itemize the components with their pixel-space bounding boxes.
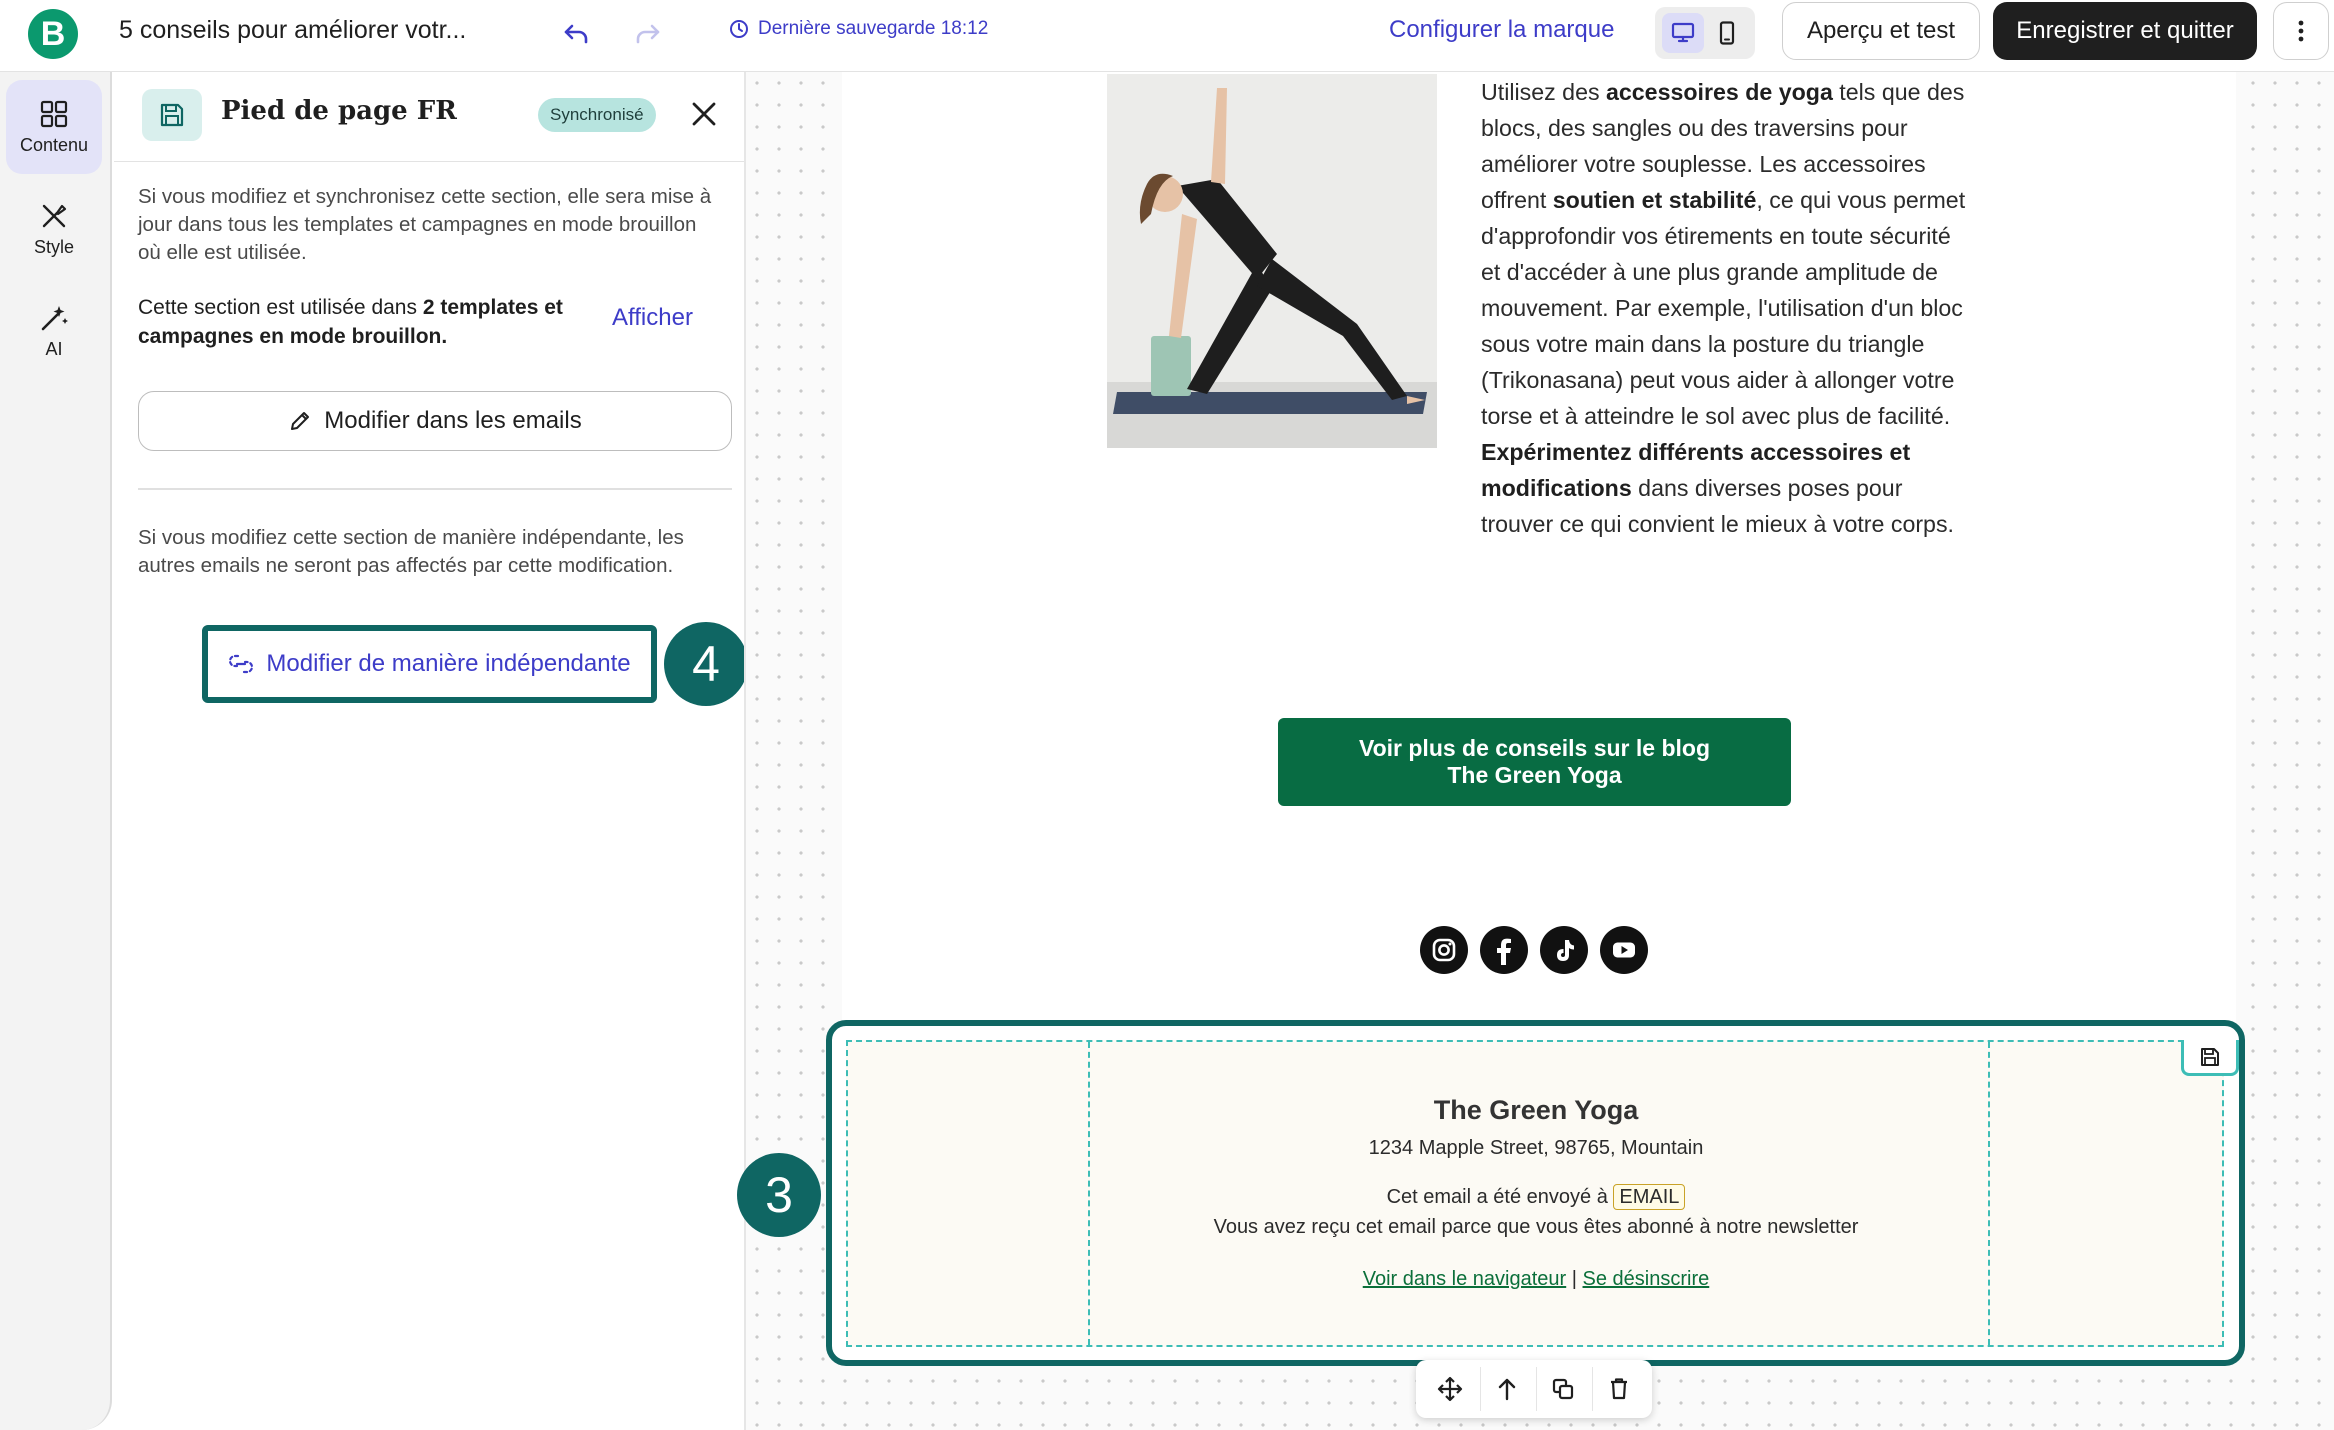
rail-item-label: Style xyxy=(33,236,75,257)
footer-sent-to-text: Cet email a été envoyé à xyxy=(1386,1186,1608,1208)
footer-content: The Green Yoga 1234 Mapple Street, 98765… xyxy=(1086,1090,1986,1294)
move-section-button[interactable] xyxy=(1424,1367,1476,1411)
last-saved-text: Dernière sauvegarde 18:12 xyxy=(758,18,989,39)
rail-item-label: AI xyxy=(45,338,63,359)
modify-independently-button[interactable]: Modifier de manière indépendante xyxy=(202,625,657,703)
facebook-icon xyxy=(1497,938,1511,965)
footer-link-separator: | xyxy=(1571,1268,1577,1290)
pencil-icon xyxy=(291,412,310,430)
social-links xyxy=(1420,926,1648,974)
email-merge-tag[interactable]: EMAIL xyxy=(1613,1184,1686,1210)
footer-links: Voir dans le navigateur | Se désinscrire xyxy=(1086,1264,1986,1294)
saved-section-tab[interactable] xyxy=(2181,1040,2239,1076)
configure-brand-link[interactable]: Configurer la marque xyxy=(1389,16,1614,44)
rail-item-label: Contenu xyxy=(19,134,89,155)
facebook-link[interactable] xyxy=(1480,926,1528,974)
tiktok-icon xyxy=(1557,940,1574,961)
tip-paragraph[interactable]: Utilisez des accessoires de yoga tels qu… xyxy=(1481,74,1971,542)
yoga-triangle-pose-image xyxy=(1107,74,1437,448)
instagram-link[interactable] xyxy=(1420,926,1468,974)
show-usage-link[interactable]: Afficher xyxy=(612,304,693,332)
arrow-up-icon xyxy=(1498,1378,1515,1401)
sync-info-text: Si vous modifiez et synchronisez cette s… xyxy=(138,185,712,264)
youtube-link[interactable] xyxy=(1600,926,1648,974)
unlink-icon xyxy=(229,654,254,674)
usage-info: Cette section est utilisée dans 2 templa… xyxy=(138,293,578,351)
delete-section-button[interactable] xyxy=(1592,1367,1644,1411)
brevo-logo[interactable]: B xyxy=(28,9,78,59)
yoga-photo[interactable] xyxy=(1107,74,1437,448)
footer-sent-to: Cet email a été envoyé à EMAIL xyxy=(1086,1182,1986,1212)
magic-wand-icon xyxy=(41,305,68,330)
rail-item-contenu[interactable]: Contenu xyxy=(6,80,102,174)
footer-address: 1234 Mapple Street, 98765, Mountain xyxy=(1368,1137,1704,1159)
rail-item-ai[interactable]: AI xyxy=(6,284,102,378)
cta-line-2: The Green Yoga xyxy=(1447,762,1622,788)
modify-independently-label: Modifier de manière indépendante xyxy=(266,650,631,677)
move-icon xyxy=(1437,1376,1463,1402)
close-icon xyxy=(692,102,716,126)
tip-emphasis: soutien et stabilité xyxy=(1552,187,1757,213)
grid-icon xyxy=(40,100,68,127)
tip-text: , ce qui vous permet d'approfondir vos é… xyxy=(1481,187,1966,429)
independent-info-text: Si vous modifiez cette section de manièr… xyxy=(138,526,684,577)
section-toolbar xyxy=(1416,1360,1652,1418)
left-rail: Contenu Style AI xyxy=(0,72,112,1430)
desktop-icon xyxy=(1671,22,1695,43)
undo-icon[interactable] xyxy=(562,14,592,50)
footer-reason: Vous avez reçu cet email parce que vous … xyxy=(1213,1216,1859,1238)
sync-status-badge: Synchronisé xyxy=(538,98,656,132)
unsubscribe-link[interactable]: Se désinscrire xyxy=(1583,1268,1710,1290)
save-quit-button[interactable]: Enregistrer et quitter xyxy=(1993,2,2257,60)
youtube-icon xyxy=(1613,942,1635,958)
modify-in-emails-button[interactable]: Modifier dans les emails xyxy=(138,391,732,451)
trash-icon xyxy=(1610,1378,1627,1400)
step-badge-3: 3 xyxy=(737,1153,821,1237)
device-toggle xyxy=(1655,7,1755,59)
close-panel-button[interactable] xyxy=(684,94,724,134)
brush-icon xyxy=(42,204,67,227)
tiktok-link[interactable] xyxy=(1540,926,1588,974)
saved-section-icon xyxy=(142,89,202,141)
instagram-icon xyxy=(1432,938,1456,962)
desktop-view-button[interactable] xyxy=(1662,13,1704,53)
modify-in-emails-label: Modifier dans les emails xyxy=(324,407,582,434)
duplicate-icon xyxy=(1552,1378,1573,1400)
view-in-browser-link[interactable]: Voir dans le navigateur xyxy=(1363,1268,1566,1290)
move-up-button[interactable] xyxy=(1480,1367,1532,1411)
usage-prefix: Cette section est utilisée dans xyxy=(138,296,423,319)
history-icon xyxy=(730,20,748,38)
top-bar: B 5 conseils pour améliorer votr... Dern… xyxy=(0,0,2334,72)
redo-icon[interactable] xyxy=(632,14,662,50)
cta-line-1: Voir plus de conseils sur le blog xyxy=(1358,735,1711,761)
document-title[interactable]: 5 conseils pour améliorer votr... xyxy=(119,16,466,45)
duplicate-section-button[interactable] xyxy=(1536,1367,1588,1411)
mobile-view-button[interactable] xyxy=(1706,13,1748,53)
column-divider xyxy=(1988,1042,1990,1345)
save-icon xyxy=(2201,1047,2219,1066)
panel-title: Pied de page FR xyxy=(221,96,457,126)
kebab-menu-icon xyxy=(2298,20,2304,42)
blog-cta-button[interactable]: Voir plus de conseils sur le blog The Gr… xyxy=(1278,718,1791,806)
last-saved-status: Dernière sauvegarde 18:12 xyxy=(728,18,988,40)
more-options-button[interactable] xyxy=(2273,2,2329,60)
step-badge-4: 4 xyxy=(664,622,748,706)
preview-test-button[interactable]: Aperçu et test xyxy=(1782,2,1980,60)
tip-emphasis: accessoires de yoga xyxy=(1606,79,1833,105)
section-settings-panel: Pied de page FR Synchronisé Si vous modi… xyxy=(114,72,748,1430)
tip-text: Utilisez des xyxy=(1481,79,1606,105)
mobile-icon xyxy=(1719,21,1735,45)
footer-company-name: The Green Yoga xyxy=(1433,1095,1639,1125)
panel-header: Pied de page FR Synchronisé xyxy=(114,72,744,162)
panel-divider xyxy=(138,488,732,490)
rail-item-style[interactable]: Style xyxy=(6,182,102,276)
